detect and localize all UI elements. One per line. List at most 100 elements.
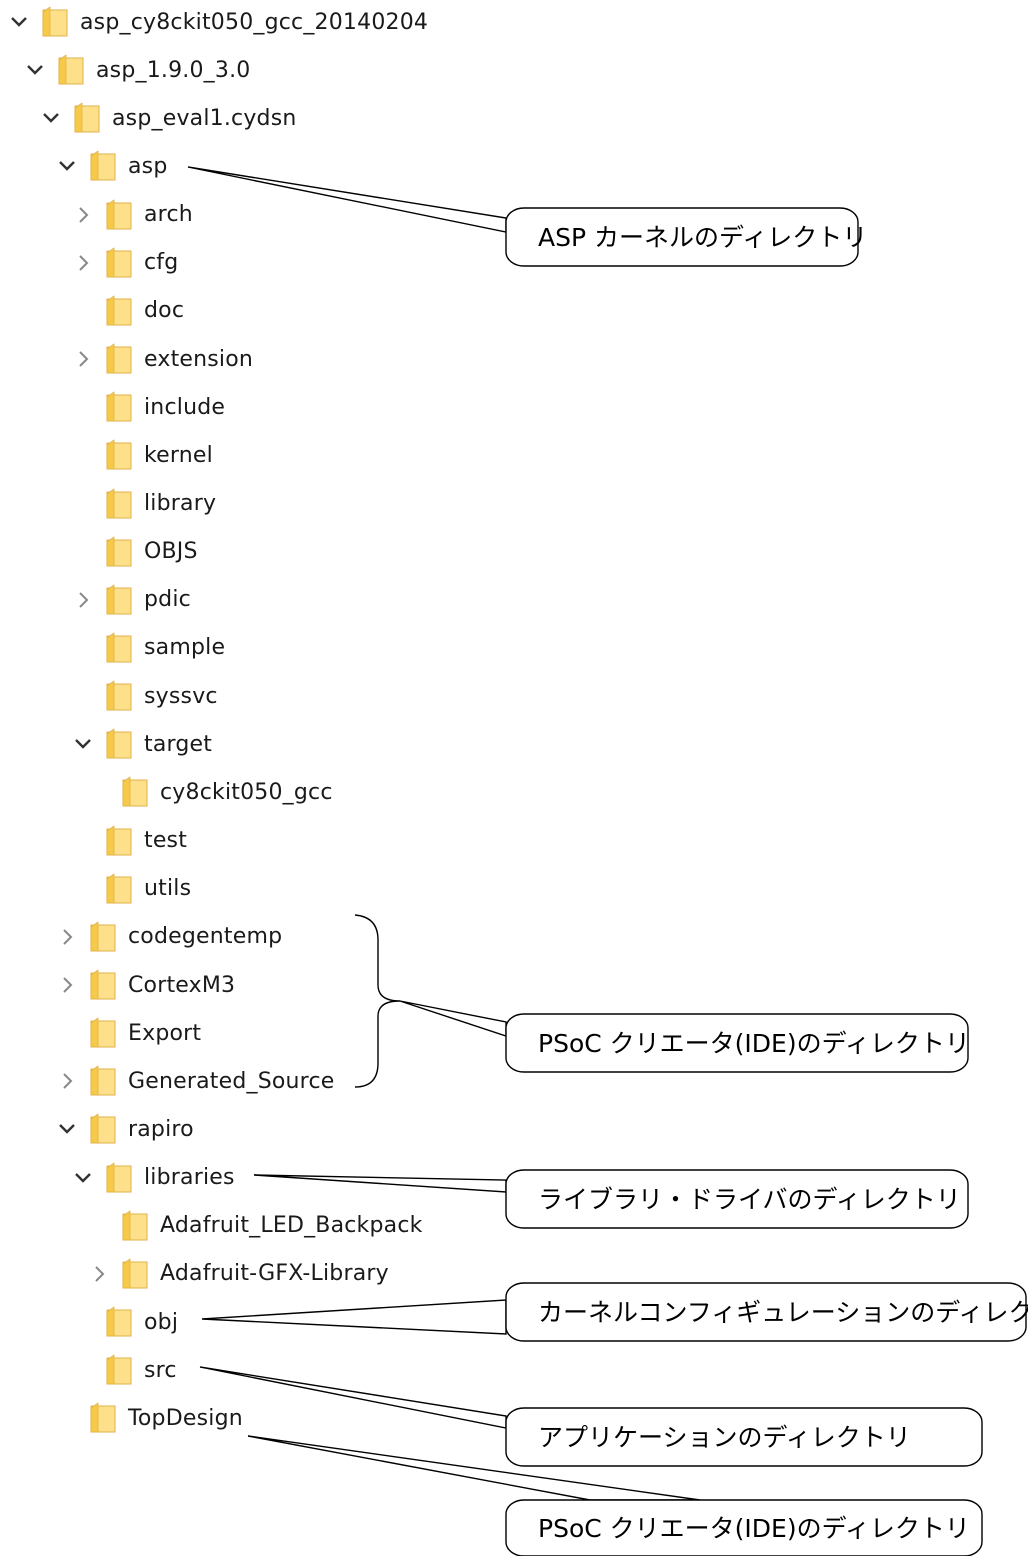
chevron-down-icon[interactable] [56, 155, 78, 177]
tree-item[interactable]: arch [72, 195, 193, 235]
folder-icon [122, 776, 148, 807]
chevron-right-icon[interactable] [72, 589, 94, 611]
tree-item-label: sample [144, 635, 226, 661]
folder-icon [106, 728, 132, 759]
tree-item[interactable]: extension [72, 339, 253, 379]
tree-item-label: cfg [144, 250, 179, 276]
chevron-right-icon[interactable] [72, 252, 94, 274]
chevron-right-icon[interactable] [72, 204, 94, 226]
chevron-right-icon[interactable] [56, 1070, 78, 1092]
chevron-placeholder [72, 396, 94, 418]
folder-icon [90, 1065, 116, 1096]
tree-item-label: syssvc [144, 683, 218, 709]
chevron-placeholder [72, 685, 94, 707]
tree-item[interactable]: obj [72, 1302, 178, 1342]
tree-item-label: target [144, 731, 213, 757]
tree-item[interactable]: doc [72, 291, 184, 331]
tree-item[interactable]: asp_eval1.cydsn [40, 98, 297, 138]
tree-item-label: src [144, 1357, 177, 1383]
tree-item-label: OBJS [144, 539, 198, 565]
tree-item[interactable]: pdic [72, 580, 191, 620]
chevron-placeholder [88, 1215, 110, 1237]
tree-item[interactable]: syssvc [72, 676, 218, 716]
tree-item-label: asp_cy8ckit050_gcc_20140204 [80, 9, 429, 35]
chevron-down-icon[interactable] [56, 1118, 78, 1140]
folder-icon [106, 824, 132, 856]
tree-item[interactable]: library [72, 484, 216, 524]
chevron-right-icon[interactable] [72, 348, 94, 370]
chevron-placeholder [72, 637, 94, 659]
chevron-placeholder [72, 1311, 94, 1333]
folder-icon [42, 6, 68, 37]
chevron-down-icon[interactable] [72, 733, 94, 755]
tree-item[interactable]: utils [72, 869, 191, 909]
tree-item[interactable]: TopDesign [56, 1398, 243, 1438]
folder-icon [106, 246, 132, 278]
folder-icon [106, 1354, 132, 1385]
tree-item-label: asp [128, 153, 168, 179]
folder-icon [106, 295, 132, 326]
folder-icon [106, 872, 132, 904]
folder-tree: asp_cy8ckit050_gcc_20140204 asp_1.9.0_3.0… [0, 0, 1028, 1556]
chevron-placeholder [72, 300, 94, 322]
tree-item[interactable]: sample [72, 628, 225, 668]
folder-icon [106, 1161, 132, 1193]
tree-item[interactable]: asp [56, 146, 168, 186]
chevron-down-icon[interactable] [40, 107, 62, 129]
tree-item[interactable]: include [72, 387, 225, 427]
tree-item-label: library [144, 491, 217, 516]
tree-item[interactable]: Generated_Source [56, 1061, 334, 1101]
tree-item-label: test [144, 828, 188, 854]
tree-item-label: utils [144, 876, 192, 902]
tree-item-label: arch [144, 202, 193, 228]
tree-item[interactable]: src [72, 1350, 177, 1390]
tree-item-label: Export [128, 1020, 202, 1046]
tree-item[interactable]: asp_cy8ckit050_gcc_20140204 [8, 2, 428, 42]
folder-icon [90, 150, 116, 181]
tree-item-label: asp_eval1.cydsn [112, 105, 297, 131]
folder-icon [106, 680, 132, 711]
tree-item[interactable]: OBJS [72, 532, 198, 572]
tree-item[interactable]: rapiro [56, 1109, 194, 1149]
folder-icon [106, 391, 132, 422]
chevron-right-icon[interactable] [56, 926, 78, 948]
tree-item-label: doc [144, 298, 185, 324]
tree-item-label: Adafruit-GFX-Library [160, 1261, 389, 1287]
tree-item[interactable]: Adafruit-GFX-Library [88, 1254, 389, 1294]
folder-icon [90, 921, 116, 952]
chevron-down-icon[interactable] [24, 59, 46, 81]
tree-item[interactable]: kernel [72, 435, 213, 475]
chevron-placeholder [72, 493, 94, 515]
tree-item[interactable]: libraries [72, 1158, 235, 1198]
folder-icon [106, 198, 132, 230]
tree-item[interactable]: Export [56, 1013, 201, 1053]
tree-item[interactable]: Adafruit_LED_Backpack [88, 1206, 423, 1246]
tree-item[interactable]: test [72, 821, 187, 861]
tree-item-label: Adafruit_LED_Backpack [160, 1213, 423, 1239]
tree-item[interactable]: cy8ckit050_gcc [88, 772, 333, 812]
tree-item-label: extension [144, 346, 254, 372]
chevron-placeholder [72, 1359, 94, 1381]
chevron-right-icon[interactable] [88, 1263, 110, 1285]
folder-icon [90, 1017, 116, 1048]
folder-icon [106, 584, 132, 615]
tree-item[interactable]: CortexM3 [56, 965, 235, 1005]
folder-icon [106, 487, 132, 518]
folder-icon [122, 1258, 148, 1289]
chevron-right-icon[interactable] [56, 974, 78, 996]
chevron-down-icon[interactable] [8, 11, 30, 33]
tree-item[interactable]: target [72, 724, 212, 764]
tree-item[interactable]: asp_1.9.0_3.0 [24, 50, 250, 90]
chevron-placeholder [72, 830, 94, 852]
chevron-down-icon[interactable] [72, 1167, 94, 1189]
chevron-placeholder [56, 1407, 78, 1429]
folder-icon [58, 54, 84, 85]
tree-item-label: CortexM3 [128, 972, 236, 998]
tree-item-label: Generated_Source [128, 1068, 335, 1094]
tree-item[interactable]: codegentemp [56, 917, 282, 957]
folder-icon [122, 1209, 148, 1241]
chevron-placeholder [72, 541, 94, 563]
chevron-placeholder [72, 878, 94, 900]
folder-icon [90, 1113, 116, 1144]
tree-item[interactable]: cfg [72, 243, 178, 283]
